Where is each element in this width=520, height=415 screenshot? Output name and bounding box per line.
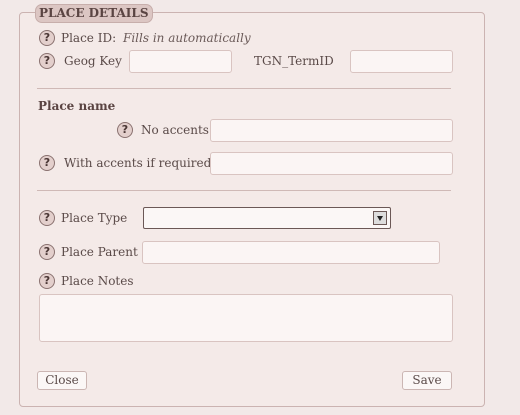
help-icon-place-id[interactable]: ? — [39, 30, 55, 46]
no-accents-input[interactable] — [210, 119, 453, 142]
divider — [37, 190, 451, 191]
place-type-select[interactable] — [143, 207, 391, 229]
no-accents-label: No accents — [141, 123, 209, 137]
section-title: PLACE DETAILS — [35, 4, 153, 23]
help-icon-place-type[interactable]: ? — [39, 210, 55, 226]
tgn-term-id-input[interactable] — [350, 50, 453, 73]
place-parent-input[interactable] — [142, 241, 440, 264]
tgn-term-id-label: TGN_TermID — [254, 54, 334, 68]
geog-key-input[interactable] — [129, 50, 232, 73]
save-button[interactable]: Save — [402, 371, 452, 390]
place-parent-label: Place Parent — [61, 245, 138, 259]
divider — [37, 88, 451, 89]
close-button[interactable]: Close — [37, 371, 87, 390]
help-icon-place-parent[interactable]: ? — [39, 244, 55, 260]
geog-key-label: Geog Key — [64, 54, 122, 68]
place-notes-textarea[interactable] — [39, 294, 453, 342]
help-icon-place-notes[interactable]: ? — [39, 273, 55, 289]
place-name-heading: Place name — [38, 99, 116, 113]
place-notes-label: Place Notes — [61, 274, 134, 288]
place-type-label: Place Type — [61, 211, 128, 225]
chevron-down-icon[interactable] — [373, 211, 387, 225]
help-icon-with-accents[interactable]: ? — [39, 155, 55, 171]
with-accents-label: With accents if required — [64, 156, 212, 170]
place-id-label: Place ID: — [61, 31, 117, 45]
help-icon-geog-key[interactable]: ? — [39, 53, 55, 69]
with-accents-input[interactable] — [210, 152, 453, 175]
place-id-value: Fills in automatically — [123, 31, 251, 45]
help-icon-no-accents[interactable]: ? — [117, 122, 133, 138]
